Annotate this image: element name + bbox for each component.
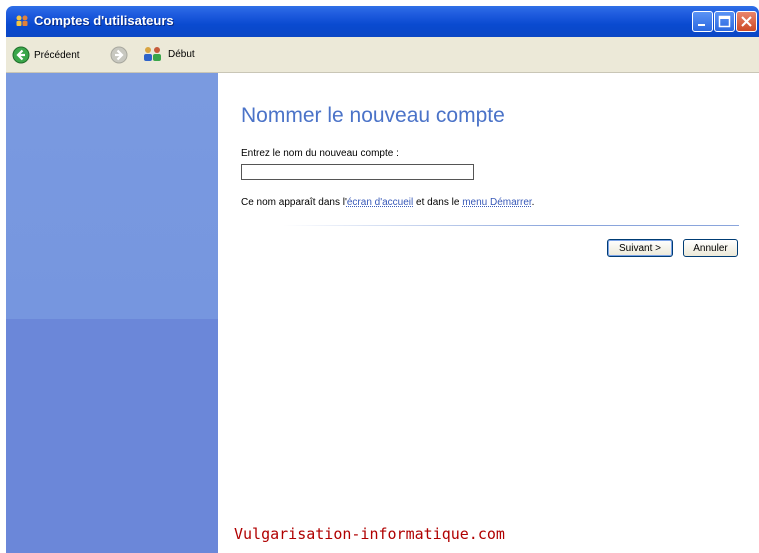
- info-middle: et dans le: [413, 197, 463, 208]
- cancel-button[interactable]: Annuler: [683, 239, 738, 257]
- maximize-icon: [718, 15, 731, 28]
- separator-line: [283, 225, 739, 226]
- left-task-pane: [6, 73, 218, 553]
- back-button[interactable]: Précédent: [12, 46, 80, 64]
- user-accounts-icon: [15, 14, 29, 28]
- user-accounts-window: Comptes d'utilisateurs Précédent Début N…: [6, 6, 759, 553]
- close-icon: [741, 16, 752, 27]
- minimize-icon: [698, 24, 705, 26]
- users-icon: [144, 47, 161, 61]
- main-content: Nommer le nouveau compte Entrez le nom d…: [218, 73, 759, 553]
- account-name-input[interactable]: [241, 164, 474, 180]
- info-suffix: .: [531, 197, 535, 208]
- forward-arrow-icon: [110, 46, 128, 64]
- account-name-label: Entrez le nom du nouveau compte :: [241, 148, 399, 159]
- home-label: Début: [168, 48, 195, 60]
- back-label: Précédent: [34, 49, 80, 61]
- back-arrow-icon: [12, 46, 30, 64]
- page-title: Nommer le nouveau compte: [241, 104, 505, 127]
- info-prefix: Ce nom apparaît dans l': [241, 197, 347, 208]
- minimize-button[interactable]: [692, 11, 713, 32]
- welcome-screen-link[interactable]: écran d'accueil: [347, 197, 413, 208]
- close-button[interactable]: [736, 11, 757, 32]
- home-button[interactable]: Début: [142, 46, 195, 62]
- start-menu-link[interactable]: menu Démarrer: [462, 197, 531, 208]
- next-button[interactable]: Suivant >: [607, 239, 673, 257]
- info-text: Ce nom apparaît dans l'écran d'accueil e…: [241, 197, 534, 208]
- navigation-toolbar: Précédent Début: [6, 37, 759, 73]
- window-title: Comptes d'utilisateurs: [34, 13, 174, 28]
- left-task-pane-lower: [6, 319, 218, 553]
- watermark: Vulgarisation-informatique.com: [234, 525, 505, 543]
- title-bar[interactable]: Comptes d'utilisateurs: [6, 6, 759, 37]
- forward-button[interactable]: [110, 46, 128, 64]
- maximize-button[interactable]: [714, 11, 735, 32]
